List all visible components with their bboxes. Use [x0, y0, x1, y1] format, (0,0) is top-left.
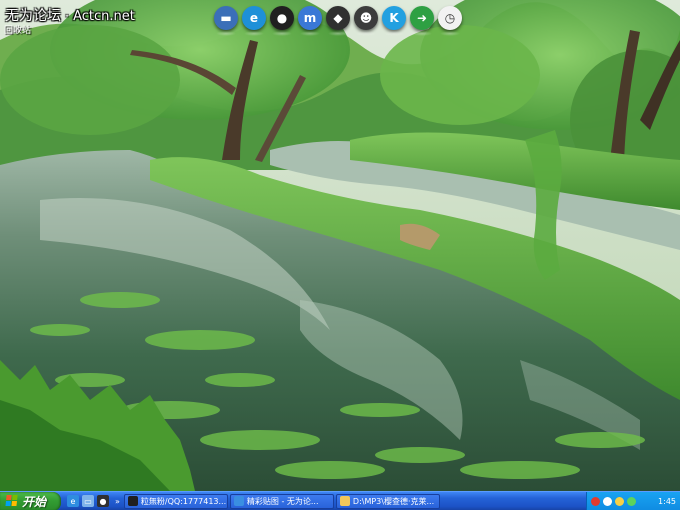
task-label: D:\MP3\樱查德·克莱... — [352, 496, 435, 506]
task-buttons: 粒無粉/QQ:1777413... 精彩贴图 - 无为论... D:\MP3\樱查德… — [122, 493, 440, 509]
dock-clock-icon[interactable]: ◷ — [438, 6, 462, 36]
task-label: 精彩贴图 - 无为论... — [246, 496, 319, 506]
taskbar-task-button[interactable]: 精彩贴图 - 无为论... — [229, 493, 334, 509]
watermark-separator: · — [65, 9, 69, 23]
qq-task-icon — [127, 496, 138, 506]
tray-clock[interactable]: 1:45 — [658, 497, 676, 506]
taskbar-task-button[interactable]: 粒無粉/QQ:1777413... — [123, 493, 228, 509]
taskbar-task-button[interactable]: D:\MP3\樱查德·克莱... — [335, 493, 440, 509]
dock-network-icon[interactable]: m — [298, 6, 322, 36]
desktop-icon-label: 回收站 — [4, 26, 32, 36]
quicklaunch-desktop-icon[interactable]: ▭ — [82, 495, 94, 507]
tray-network-icon[interactable] — [603, 496, 612, 506]
desktop-icon-recycle-bin[interactable]: 回收站 — [4, 23, 44, 36]
watermark-url: Actcn.net — [73, 9, 135, 24]
desktop-wallpaper — [0, 0, 680, 491]
watermark: 无为论坛 · Actcn.net — [5, 5, 135, 25]
tray-volume-icon[interactable] — [615, 496, 624, 506]
task-label: 粒無粉/QQ:1777413... — [140, 496, 227, 506]
dock-ie-icon[interactable]: e — [242, 6, 266, 36]
taskbar: 开始 e ▭ ● » 粒無粉/QQ:1777413... 精彩贴图 - 无为论... D… — [0, 491, 680, 510]
windows-flag-icon — [5, 495, 18, 507]
dock-qq-penguin-icon[interactable]: ● — [270, 6, 294, 36]
start-label: 开始 — [22, 494, 47, 509]
system-tray: 1:45 — [586, 491, 680, 510]
dock-my-computer-icon[interactable]: ▬ — [214, 6, 238, 36]
quick-launch-overflow-icon[interactable]: » — [115, 497, 120, 506]
start-button[interactable]: 开始 — [0, 491, 61, 510]
tray-qq-icon[interactable] — [591, 496, 600, 506]
ie-task-icon — [233, 496, 244, 506]
quicklaunch-app-icon[interactable]: ● — [97, 495, 109, 507]
dock-kugou-icon[interactable]: K — [382, 6, 406, 36]
quick-dock: ▬ e ● m ◆ ☻ K ➜ ◷ — [214, 6, 462, 36]
dock-download-arrow-icon[interactable]: ➜ — [410, 6, 434, 36]
folder-task-icon — [339, 496, 350, 506]
river-landscape-image — [0, 0, 680, 491]
tray-security-icon[interactable] — [627, 496, 636, 506]
quick-launch: e ▭ ● — [61, 495, 113, 507]
quicklaunch-ie-icon[interactable]: e — [67, 495, 79, 507]
dock-panda-icon[interactable]: ☻ — [354, 6, 378, 36]
watermark-site-name: 无为论坛 — [5, 8, 61, 24]
dock-media-icon[interactable]: ◆ — [326, 6, 350, 36]
